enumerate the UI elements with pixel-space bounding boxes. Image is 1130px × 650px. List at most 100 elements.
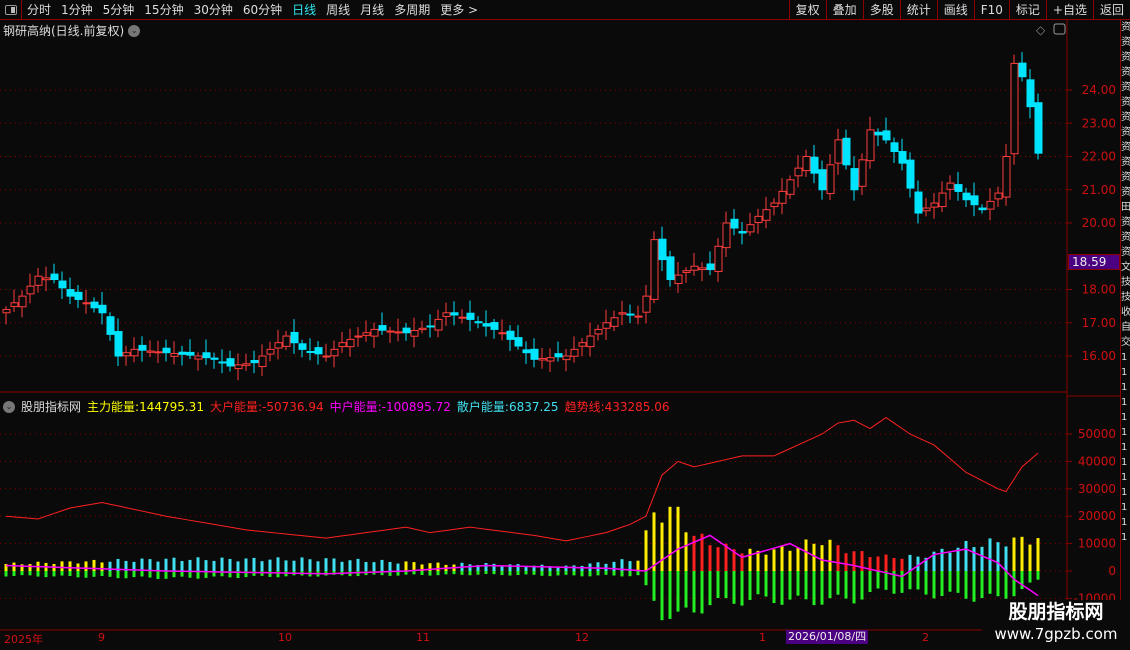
- price-chart[interactable]: 24.00 23.00 22.00 21.00 20.00 18.00 17.00 16.00…: [0, 0, 1130, 650]
- candle-down: [218, 361, 227, 364]
- negative-energy-bar: [1020, 571, 1024, 590]
- negative-energy-bar: [452, 571, 456, 575]
- candle-up: [362, 332, 371, 336]
- energy-bar: [948, 552, 952, 571]
- candle-down: [298, 343, 307, 350]
- negative-energy-bar: [996, 571, 1000, 597]
- negative-energy-bar: [36, 571, 40, 577]
- candle-down: [810, 156, 819, 174]
- energy-bar: [756, 550, 760, 571]
- energy-bar: [980, 546, 984, 571]
- candle-down: [450, 312, 459, 316]
- y-tick-label: 20.00: [1082, 216, 1116, 230]
- energy-bar: [212, 560, 216, 571]
- indicator-y-tick-label: 40000: [1078, 454, 1116, 468]
- negative-energy-bar: [820, 571, 824, 605]
- negative-energy-bar: [260, 571, 264, 576]
- candle-down: [522, 349, 531, 354]
- candle-down: [1034, 102, 1043, 154]
- negative-energy-bar: [740, 571, 744, 606]
- negative-energy-bar: [356, 571, 360, 577]
- energy-bar: [236, 561, 240, 571]
- energy-bar: [356, 558, 360, 571]
- energy-bar: [260, 561, 264, 571]
- energy-bar: [988, 538, 992, 571]
- energy-bar: [68, 561, 72, 571]
- energy-bar: [164, 558, 168, 571]
- candle-up: [794, 167, 803, 177]
- energy-bar: [1012, 537, 1016, 571]
- negative-energy-bar: [460, 571, 464, 575]
- candle-up: [146, 350, 155, 353]
- negative-energy-bar: [532, 571, 536, 575]
- candle-down: [842, 137, 851, 166]
- candle-up: [266, 348, 275, 355]
- candle-down: [210, 357, 219, 360]
- negative-energy-bar: [580, 571, 584, 577]
- negative-energy-bar: [972, 571, 976, 602]
- energy-bar: [156, 561, 160, 571]
- negative-energy-bar: [676, 571, 680, 612]
- y-tick-label: 23.00: [1082, 116, 1116, 130]
- indicator-y-tick-label: 30000: [1078, 482, 1116, 496]
- candle-up: [722, 222, 731, 249]
- negative-energy-bar: [44, 571, 48, 578]
- x-axis-label: 1: [759, 631, 766, 644]
- negative-energy-bar: [700, 571, 704, 614]
- energy-bar: [276, 557, 280, 571]
- energy-bar: [340, 561, 344, 571]
- energy-bar: [764, 554, 768, 571]
- y-tick-label: 22.00: [1082, 150, 1116, 164]
- negative-energy-bar: [1004, 571, 1008, 599]
- energy-bar: [900, 558, 904, 571]
- candle-down: [738, 231, 747, 234]
- negative-energy-bar: [604, 571, 608, 575]
- energy-bar: [188, 559, 192, 571]
- candle-down: [50, 273, 59, 281]
- negative-energy-bar: [476, 571, 480, 575]
- energy-bar: [100, 562, 104, 571]
- negative-energy-bar: [492, 571, 496, 575]
- negative-energy-bar: [156, 571, 160, 579]
- energy-bar: [292, 560, 296, 571]
- candle-up: [346, 338, 355, 348]
- energy-bar: [684, 532, 688, 571]
- candle-up: [858, 159, 867, 187]
- negative-energy-bar: [516, 571, 520, 575]
- candle-up: [938, 192, 947, 208]
- energy-bar: [180, 561, 184, 571]
- panel-icon: [1053, 23, 1066, 35]
- negative-energy-bar: [908, 571, 912, 590]
- negative-energy-bar: [620, 571, 624, 577]
- energy-bar: [644, 530, 648, 571]
- negative-energy-bar: [852, 571, 856, 604]
- negative-energy-bar: [508, 571, 512, 576]
- candle-up: [330, 348, 339, 357]
- candle-up: [2, 308, 11, 314]
- energy-bar: [84, 561, 88, 571]
- candle-up: [434, 318, 443, 331]
- candle-up: [498, 332, 507, 335]
- candle-up: [586, 335, 595, 348]
- candle-down: [250, 359, 259, 364]
- right-side-strip[interactable]: 资资资资资资资资资资资资田资资资文技技收自交1111111111111: [1120, 20, 1130, 630]
- x-axis-label: 9: [98, 631, 105, 644]
- candle-up: [242, 363, 251, 366]
- negative-energy-bar: [540, 571, 544, 576]
- candle-down: [554, 353, 563, 358]
- negative-energy-bar: [252, 571, 256, 576]
- candle-down: [890, 142, 899, 153]
- candle-up: [82, 302, 91, 305]
- negative-energy-bar: [564, 571, 568, 575]
- candle-up: [778, 190, 787, 204]
- candle-up: [42, 277, 51, 281]
- negative-energy-bar: [780, 571, 784, 605]
- negative-energy-bar: [900, 571, 904, 593]
- candle-down: [58, 280, 67, 289]
- energy-bar: [220, 557, 224, 571]
- energy-bar: [380, 559, 384, 571]
- energy-bar: [652, 512, 656, 571]
- energy-bar: [516, 564, 520, 571]
- candle-up: [458, 316, 467, 319]
- y-tick-label: 18.00: [1082, 283, 1116, 297]
